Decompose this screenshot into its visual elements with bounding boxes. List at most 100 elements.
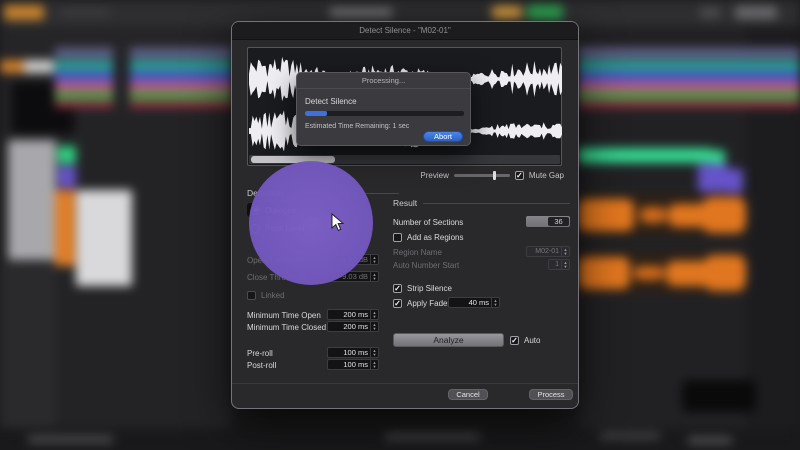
stepper-icon[interactable]: ▲▼ [370, 272, 378, 281]
bg-shape [76, 190, 132, 286]
progress-bar [305, 111, 464, 116]
mouse-cursor-icon [331, 213, 344, 237]
processing-task-label: Detect Silence [305, 97, 357, 106]
bg-shape [527, 5, 563, 20]
bg-shape [727, 169, 743, 193]
add-as-regions-checkbox[interactable]: ✓ [393, 233, 402, 242]
stepper-icon[interactable]: ▲▼ [370, 310, 378, 319]
apply-fades-label: Apply Fades [407, 299, 451, 308]
bg-shape [578, 48, 800, 58]
bg-shape [634, 266, 664, 280]
strip-silence-label: Strip Silence [407, 284, 452, 293]
bg-shape [4, 5, 44, 20]
stepper-icon[interactable]: ▲▼ [491, 298, 499, 307]
linked-checkbox-row[interactable]: ✓ Linked [247, 290, 285, 301]
bg-shape [492, 6, 522, 19]
cursor-highlight-circle [249, 161, 373, 285]
bg-shape [702, 197, 746, 233]
preview-row: Preview ✓ Mute Gap [402, 170, 564, 181]
bg-shape [55, 190, 75, 266]
bg-shape [578, 148, 712, 163]
number-of-sections-label: Number of Sections [393, 218, 463, 227]
cancel-button[interactable]: Cancel [448, 389, 488, 400]
bg-shape [578, 100, 800, 108]
check-icon: ✓ [516, 172, 523, 180]
pre-roll-label: Pre-roll [247, 349, 273, 358]
bg-shape [130, 48, 232, 58]
strip-silence-checkbox[interactable]: ✓ [393, 284, 402, 293]
stepper-icon[interactable]: ▲▼ [370, 348, 378, 357]
bg-shape [130, 100, 232, 108]
minimum-time-open-label: Minimum Time Open [247, 311, 321, 320]
process-button[interactable]: Process [529, 389, 573, 400]
minimum-time-closed-label: Minimum Time Closed [247, 323, 326, 332]
abort-button[interactable]: Abort [423, 131, 463, 142]
post-roll-label: Post-roll [247, 361, 276, 370]
bg-shape [682, 380, 756, 412]
apply-fades-length-field[interactable]: 40 ms ▲▼ [448, 297, 500, 308]
number-of-sections-display: 36 [526, 216, 570, 227]
bg-shape [578, 257, 630, 289]
screen: Detect Silence - "M02-01" Preview ✓ Mute… [0, 0, 800, 450]
bg-shape [60, 288, 130, 348]
bg-shape [24, 60, 54, 73]
pre-roll-field[interactable]: 100 ms ▲▼ [327, 347, 379, 358]
stepper-icon[interactable]: ▲▼ [370, 255, 378, 264]
processing-dialog: Processing... Detect Silence Estimated T… [296, 72, 471, 146]
footer-divider [232, 383, 578, 384]
slider-thumb[interactable] [493, 171, 496, 180]
bg-shape [8, 140, 56, 260]
auto-checkbox[interactable]: ✓ [510, 336, 519, 345]
result-header-label: Result [393, 198, 417, 208]
mute-gap-label: Mute Gap [529, 171, 564, 180]
bg-shape [700, 7, 720, 18]
strip-silence-row[interactable]: ✓ Strip Silence [393, 283, 452, 294]
minimum-time-closed-field[interactable]: 200 ms ▲▼ [327, 321, 379, 332]
bg-shape [704, 255, 746, 291]
auto-label: Auto [524, 336, 540, 345]
bg-shape [600, 432, 660, 440]
bg-shape [60, 8, 110, 17]
check-icon: ✓ [394, 300, 401, 308]
preview-label: Preview [420, 171, 448, 180]
linked-checkbox[interactable]: ✓ [247, 291, 256, 300]
bg-shape [330, 8, 392, 17]
add-as-regions-row[interactable]: ✓ Add as Regions [393, 232, 463, 243]
check-icon: ✓ [511, 337, 518, 345]
bg-shape [28, 436, 113, 443]
mute-gap-checkbox[interactable]: ✓ [515, 171, 524, 180]
bg-shape [58, 146, 76, 164]
dialog-title: Detect Silence - "M02-01" [232, 22, 578, 40]
stepper-icon[interactable]: ▲▼ [370, 322, 378, 331]
region-name-select[interactable]: M02-01 ▲▼ [526, 246, 570, 257]
bg-shape [55, 100, 113, 108]
apply-fades-row[interactable]: ✓ Apply Fades [393, 298, 451, 309]
preview-volume-slider[interactable] [454, 171, 510, 180]
add-as-regions-label: Add as Regions [407, 233, 463, 242]
bg-shape [0, 262, 56, 430]
divider [297, 88, 470, 89]
slider-track [454, 174, 510, 177]
number-of-sections-value: 36 [548, 217, 569, 226]
auto-number-start-field[interactable]: 1 ▲▼ [548, 259, 570, 270]
check-icon: ✓ [394, 285, 401, 293]
result-section-header: Result [393, 198, 570, 208]
minimum-time-open-field[interactable]: 200 ms ▲▼ [327, 309, 379, 320]
bg-shape [698, 164, 728, 192]
bg-shape [58, 166, 76, 188]
stepper-icon[interactable]: ▲▼ [561, 260, 569, 269]
linked-label: Linked [261, 291, 285, 300]
divider [423, 203, 570, 204]
stepper-icon[interactable]: ▲▼ [561, 247, 569, 256]
region-name-label: Region Name [393, 248, 442, 257]
analyze-button[interactable]: Analyze [393, 333, 504, 347]
progress-bar-fill [305, 111, 327, 116]
post-roll-field[interactable]: 100 ms ▲▼ [327, 359, 379, 370]
stepper-icon[interactable]: ▲▼ [370, 360, 378, 369]
auto-number-start-label: Auto Number Start [393, 261, 459, 270]
bg-shape [688, 437, 732, 444]
bg-shape [55, 48, 113, 58]
auto-row[interactable]: ✓ Auto [510, 335, 540, 346]
bg-shape [385, 433, 480, 440]
apply-fades-checkbox[interactable]: ✓ [393, 299, 402, 308]
